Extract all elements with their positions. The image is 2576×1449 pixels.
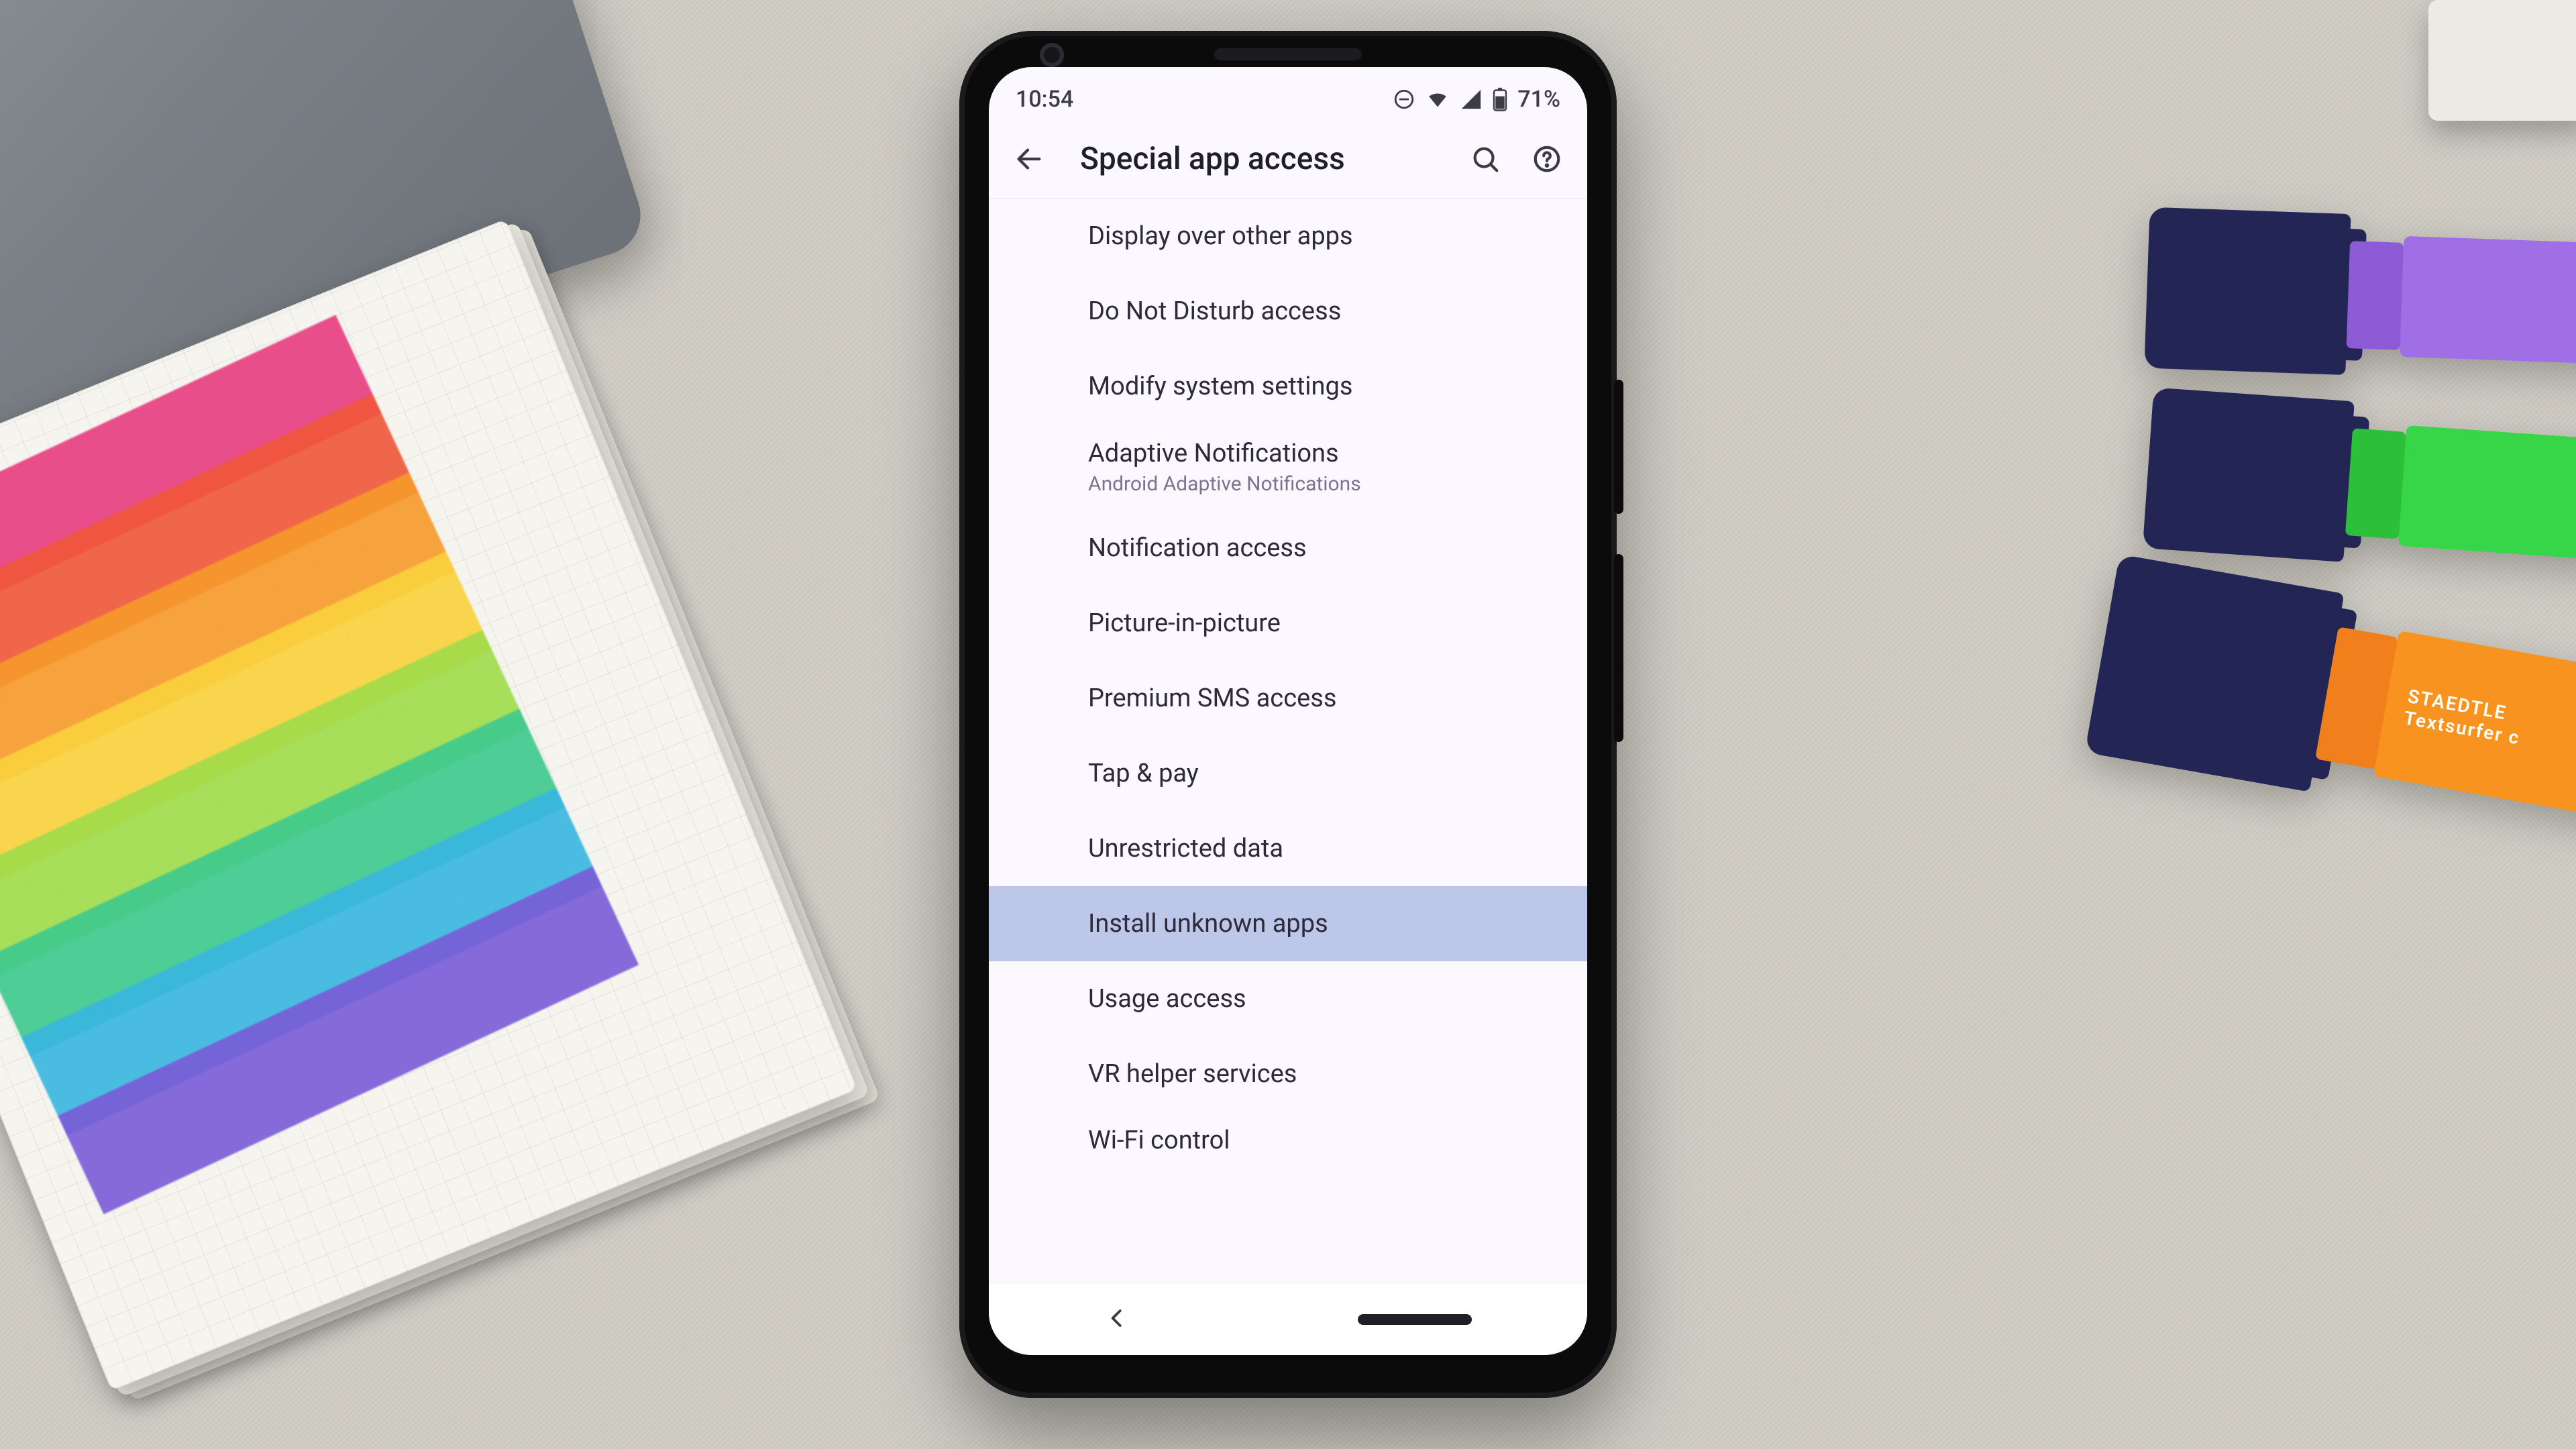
arrow-back-icon	[1014, 144, 1044, 174]
back-button[interactable]	[1008, 138, 1051, 180]
setting-sublabel: Android Adaptive Notifications	[1088, 472, 1563, 496]
signal-icon	[1460, 88, 1483, 111]
setting-picture-in-picture[interactable]: Picture-in-picture	[989, 586, 1587, 661]
setting-label: Notification access	[1088, 533, 1563, 563]
power-button	[1614, 380, 1623, 514]
setting-vr-helper-services[interactable]: VR helper services	[989, 1036, 1587, 1112]
setting-label: Usage access	[1088, 984, 1563, 1014]
setting-label: Adaptive Notifications	[1088, 439, 1563, 468]
highlighter-purple	[2144, 207, 2576, 389]
dnd-icon	[1393, 88, 1415, 111]
setting-adaptive-notifications[interactable]: Adaptive Notifications Android Adaptive …	[989, 424, 1587, 511]
volume-button	[1614, 554, 1623, 742]
setting-label: Display over other apps	[1088, 221, 1563, 251]
setting-install-unknown-apps[interactable]: Install unknown apps	[989, 886, 1587, 961]
setting-label: Modify system settings	[1088, 372, 1563, 401]
status-bar: 10:54 71%	[989, 67, 1587, 119]
phone-frame: 10:54 71% Special app access	[959, 31, 1617, 1398]
setting-display-over-other-apps[interactable]: Display over other apps	[989, 199, 1587, 274]
nav-home-pill[interactable]	[1358, 1314, 1472, 1325]
setting-do-not-disturb-access[interactable]: Do Not Disturb access	[989, 274, 1587, 349]
setting-tap-and-pay[interactable]: Tap & pay	[989, 736, 1587, 811]
setting-label: VR helper services	[1088, 1059, 1563, 1089]
settings-list[interactable]: Display over other apps Do Not Disturb a…	[989, 199, 1587, 1283]
nav-back-button[interactable]	[1104, 1305, 1130, 1334]
setting-modify-system-settings[interactable]: Modify system settings	[989, 349, 1587, 424]
screen: 10:54 71% Special app access	[989, 67, 1587, 1355]
help-icon	[1532, 144, 1562, 174]
battery-icon	[1492, 87, 1508, 111]
setting-label: Install unknown apps	[1088, 909, 1563, 938]
setting-notification-access[interactable]: Notification access	[989, 511, 1587, 586]
setting-wifi-control[interactable]: Wi-Fi control	[989, 1112, 1587, 1163]
help-button[interactable]	[1525, 138, 1568, 180]
setting-label: Tap & pay	[1088, 759, 1563, 788]
setting-unrestricted-data[interactable]: Unrestricted data	[989, 811, 1587, 886]
wifi-icon	[1425, 88, 1450, 111]
system-nav-bar	[989, 1283, 1587, 1355]
setting-usage-access[interactable]: Usage access	[989, 961, 1587, 1036]
battery-percent: 71%	[1517, 86, 1560, 113]
plant	[2375, 0, 2576, 201]
page-title: Special app access	[1069, 141, 1445, 177]
setting-label: Do Not Disturb access	[1088, 297, 1563, 326]
setting-premium-sms-access[interactable]: Premium SMS access	[989, 661, 1587, 736]
rainbow-swatch	[0, 315, 642, 1221]
setting-label: Unrestricted data	[1088, 834, 1563, 863]
earpiece-speaker	[1214, 48, 1362, 60]
setting-label: Wi-Fi control	[1088, 1126, 1563, 1155]
status-time: 10:54	[1016, 86, 1073, 113]
chevron-left-icon	[1104, 1305, 1130, 1331]
search-icon	[1470, 144, 1501, 174]
front-camera	[1040, 43, 1064, 67]
app-bar: Special app access	[989, 119, 1587, 199]
search-button[interactable]	[1464, 138, 1507, 180]
setting-label: Premium SMS access	[1088, 684, 1563, 713]
setting-label: Picture-in-picture	[1088, 608, 1563, 638]
